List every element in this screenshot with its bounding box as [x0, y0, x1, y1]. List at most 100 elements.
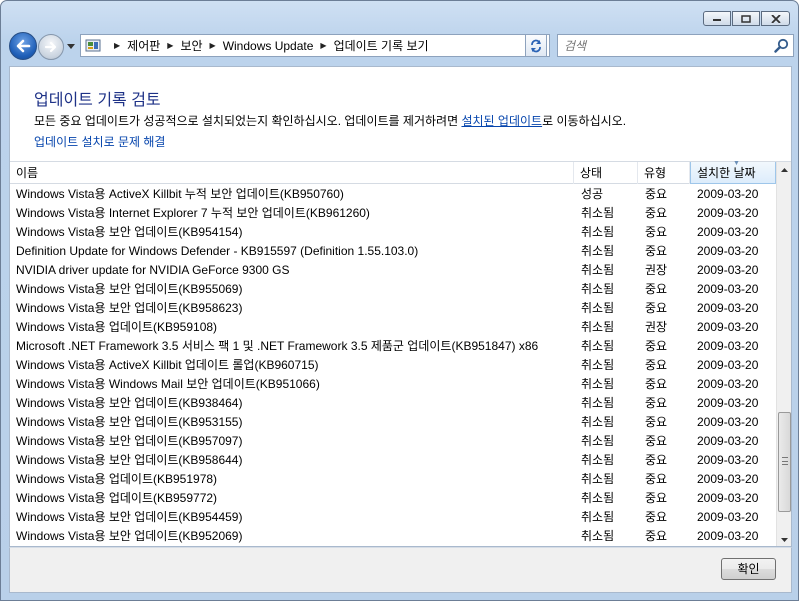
- type-cell: 중요: [645, 358, 668, 372]
- table-row[interactable]: NVIDIA driver update for NVIDIA GeForce …: [10, 261, 776, 280]
- installed-date-cell: 2009-03-20: [697, 396, 759, 410]
- type-cell: 중요: [645, 415, 668, 429]
- installed-updates-link[interactable]: 설치된 업데이트: [461, 114, 542, 128]
- type-cell: 중요: [645, 396, 668, 410]
- table-row[interactable]: Windows Vista용 보안 업데이트(KB954459) 취소됨 중요 200…: [10, 508, 776, 527]
- back-button[interactable]: [9, 32, 37, 60]
- breadcrumb-separator[interactable]: ▶: [167, 41, 173, 50]
- installed-date-cell: 2009-03-20: [697, 415, 759, 429]
- installed-date-cell: 2009-03-20: [697, 472, 759, 486]
- status-cell: 취소됨: [581, 510, 615, 524]
- search-box[interactable]: [557, 34, 794, 57]
- scrollbar-thumb[interactable]: [778, 412, 791, 512]
- type-cell: 중요: [645, 244, 668, 258]
- status-cell: 취소됨: [581, 396, 615, 410]
- maximize-button[interactable]: [732, 11, 760, 26]
- control-panel-icon: [85, 39, 101, 51]
- table-row[interactable]: Definition Update for Windows Defender -…: [10, 242, 776, 261]
- table-row[interactable]: Windows Vista용 보안 업데이트(KB957097) 취소됨 중요 200…: [10, 432, 776, 451]
- refresh-button[interactable]: [525, 34, 547, 57]
- table-row[interactable]: Windows Vista용 ActiveX Killbit 업데이트 롤업(K…: [10, 356, 776, 375]
- minimize-icon: [713, 18, 721, 21]
- table-row[interactable]: Windows Vista용 보안 업데이트(KB958623) 취소됨 중요 200…: [10, 299, 776, 318]
- table-row[interactable]: Windows Vista용 보안 업데이트(KB958644) 취소됨 중요 200…: [10, 451, 776, 470]
- address-bar[interactable]: ▶ 제어판 ▶ 보안 ▶ Windows Update ▶ 업데이트 기록 보기: [80, 34, 550, 57]
- update-name-cell: Windows Vista용 보안 업데이트(KB958644): [16, 453, 243, 467]
- status-cell: 취소됨: [581, 339, 615, 353]
- type-cell: 중요: [645, 339, 668, 353]
- status-cell: 성공: [581, 187, 604, 201]
- installed-date-cell: 2009-03-20: [697, 491, 759, 505]
- installed-date-cell: 2009-03-20: [697, 225, 759, 239]
- status-cell: 취소됨: [581, 491, 615, 505]
- breadcrumb-separator: ▶: [114, 41, 121, 50]
- type-cell: 중요: [645, 491, 668, 505]
- description-text: 모든 중요 업데이트가 성공적으로 설치되었는지 확인하십시오. 업데이트를 제…: [34, 114, 462, 128]
- status-cell: 취소됨: [581, 282, 615, 296]
- refresh-icon: [531, 39, 541, 52]
- breadcrumb-view-update-history[interactable]: 업데이트 기록 보기: [334, 37, 429, 54]
- close-button[interactable]: [761, 11, 790, 26]
- update-name-cell: Windows Vista용 보안 업데이트(KB953155): [16, 415, 243, 429]
- scroll-up-button[interactable]: [777, 162, 791, 177]
- installed-date-cell: 2009-03-20: [697, 434, 759, 448]
- recent-pages-dropdown[interactable]: [66, 41, 76, 51]
- installed-date-cell: 2009-03-20: [697, 206, 759, 220]
- type-cell: 중요: [645, 282, 668, 296]
- update-name-cell: Windows Vista용 보안 업데이트(KB955069): [16, 282, 243, 296]
- update-name-cell: Windows Vista용 ActiveX Killbit 업데이트 롤업(K…: [16, 358, 319, 372]
- status-cell: 취소됨: [581, 529, 615, 543]
- type-cell: 중요: [645, 377, 668, 391]
- update-name-cell: Microsoft .NET Framework 3.5 서비스 팩 1 및 .…: [16, 339, 539, 353]
- table-row[interactable]: Microsoft .NET Framework 3.5 서비스 팩 1 및 .…: [10, 337, 776, 356]
- table-row[interactable]: Windows Vista용 보안 업데이트(KB952069) 취소됨 중요 200…: [10, 527, 776, 546]
- column-header-installed-date[interactable]: ▼ 설치한 날짜: [690, 160, 776, 184]
- status-cell: 취소됨: [581, 453, 615, 467]
- update-name-cell: NVIDIA driver update for NVIDIA GeForce …: [16, 263, 290, 277]
- update-history-window: ▶ 제어판 ▶ 보안 ▶ Windows Update ▶ 업데이트 기록 보기: [0, 0, 799, 601]
- forward-button[interactable]: [38, 34, 64, 60]
- type-cell: 중요: [645, 301, 668, 315]
- table-row[interactable]: Windows Vista용 보안 업데이트(KB938464) 취소됨 중요 200…: [10, 394, 776, 413]
- installed-date-cell: 2009-03-20: [697, 453, 759, 467]
- maximize-icon: [741, 14, 751, 23]
- search-input[interactable]: [564, 38, 764, 53]
- table-row[interactable]: Windows Vista용 ActiveX Killbit 누적 보안 업데이…: [10, 185, 776, 204]
- back-arrow-icon: [16, 39, 31, 53]
- table-row[interactable]: Windows Vista용 업데이트(KB959772) 취소됨 중요 2009-0…: [10, 489, 776, 508]
- update-name-cell: Windows Vista용 보안 업데이트(KB938464): [16, 396, 243, 410]
- installed-date-cell: 2009-03-20: [697, 244, 759, 258]
- scrollbar-grip: [782, 457, 788, 465]
- search-icon[interactable]: [774, 38, 789, 53]
- table-row[interactable]: Windows Vista용 보안 업데이트(KB954154) 취소됨 중요 200…: [10, 223, 776, 242]
- installed-date-cell: 2009-03-20: [697, 187, 759, 201]
- troubleshoot-link[interactable]: 업데이트 설치로 문제 해결: [34, 133, 165, 150]
- vertical-scrollbar[interactable]: [776, 162, 791, 546]
- status-cell: 취소됨: [581, 225, 615, 239]
- scroll-down-button[interactable]: [777, 532, 791, 546]
- column-header-type[interactable]: 유형: [638, 162, 690, 184]
- table-row[interactable]: Windows Vista용 보안 업데이트(KB955069) 취소됨 중요 200…: [10, 280, 776, 299]
- minimize-button[interactable]: [703, 11, 731, 26]
- breadcrumb-control-panel[interactable]: 제어판: [127, 37, 160, 54]
- breadcrumb-security[interactable]: 보안: [180, 37, 202, 54]
- ok-button[interactable]: 확인: [721, 558, 776, 580]
- update-name-cell: Windows Vista용 보안 업데이트(KB957097): [16, 434, 243, 448]
- column-header-name[interactable]: 이름: [10, 162, 574, 184]
- breadcrumb-windows-update[interactable]: Windows Update: [223, 39, 314, 53]
- breadcrumb-separator[interactable]: ▶: [320, 41, 326, 50]
- breadcrumb-separator[interactable]: ▶: [210, 41, 216, 50]
- type-cell: 중요: [645, 510, 668, 524]
- scroll-up-icon: [781, 167, 788, 172]
- update-name-cell: Windows Vista용 보안 업데이트(KB952069): [16, 529, 243, 543]
- status-cell: 취소됨: [581, 358, 615, 372]
- table-row[interactable]: Windows Vista용 보안 업데이트(KB953155) 취소됨 중요 200…: [10, 413, 776, 432]
- table-row[interactable]: Windows Vista용 업데이트(KB951978) 취소됨 중요 2009-0…: [10, 470, 776, 489]
- table-row[interactable]: Windows Vista용 Windows Mail 보안 업데이트(KB95…: [10, 375, 776, 394]
- forward-arrow-icon: [44, 41, 57, 53]
- column-header-status[interactable]: 상태: [574, 162, 638, 184]
- type-cell: 중요: [645, 529, 668, 543]
- table-row[interactable]: Windows Vista용 업데이트(KB959108) 취소됨 권장 2009-0…: [10, 318, 776, 337]
- table-row[interactable]: Windows Vista용 Internet Explorer 7 누적 보안…: [10, 204, 776, 223]
- update-name-cell: Windows Vista용 보안 업데이트(KB954459): [16, 510, 243, 524]
